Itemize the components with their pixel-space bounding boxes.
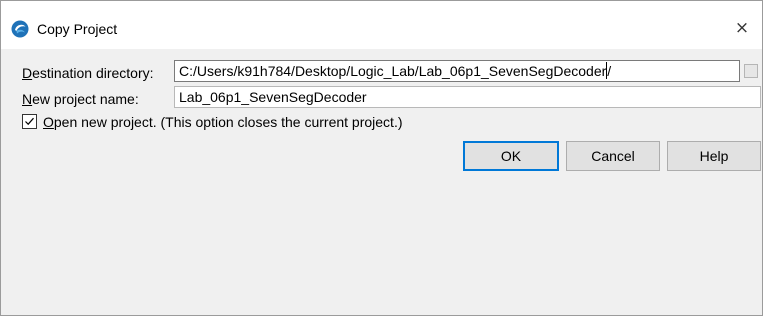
destination-directory-label: Destination directory: bbox=[22, 64, 154, 82]
destination-directory-value-tail: / bbox=[607, 63, 612, 79]
checkmark-icon bbox=[25, 117, 34, 126]
destination-directory-input[interactable]: C:/Users/k91h784/Desktop/Logic_Lab/Lab_0… bbox=[174, 60, 740, 82]
new-project-name-input[interactable]: Lab_06p1_SevenSegDecoder bbox=[174, 86, 761, 108]
browse-button[interactable] bbox=[744, 64, 758, 78]
open-project-label-accelerator: O bbox=[43, 114, 54, 130]
destination-directory-value: C:/Users/k91h784/Desktop/Logic_Lab/Lab_0… bbox=[179, 63, 607, 79]
quartus-app-icon bbox=[11, 20, 29, 38]
open-new-project-checkbox[interactable] bbox=[22, 114, 37, 129]
copy-project-dialog: Copy Project × Destination directory: C:… bbox=[0, 0, 763, 316]
new-project-name-value: Lab_06p1_SevenSegDecoder bbox=[179, 89, 367, 105]
open-new-project-label[interactable]: Open new project. (This option closes th… bbox=[43, 113, 403, 131]
help-button[interactable]: Help bbox=[667, 141, 761, 171]
title-bar: Copy Project × bbox=[1, 1, 762, 49]
project-name-label-text: ew project name: bbox=[32, 91, 139, 107]
cancel-button[interactable]: Cancel bbox=[566, 141, 660, 171]
project-name-label-accelerator: N bbox=[22, 91, 33, 107]
dialog-title: Copy Project bbox=[37, 21, 118, 37]
destination-label-accelerator: D bbox=[22, 65, 33, 81]
ok-button[interactable]: OK bbox=[463, 141, 559, 171]
destination-label-text: estination directory: bbox=[32, 65, 154, 81]
new-project-name-label: New project name: bbox=[22, 90, 139, 108]
open-project-label-text: pen new project. (This option closes the… bbox=[53, 114, 403, 130]
close-button[interactable]: × bbox=[722, 11, 762, 45]
